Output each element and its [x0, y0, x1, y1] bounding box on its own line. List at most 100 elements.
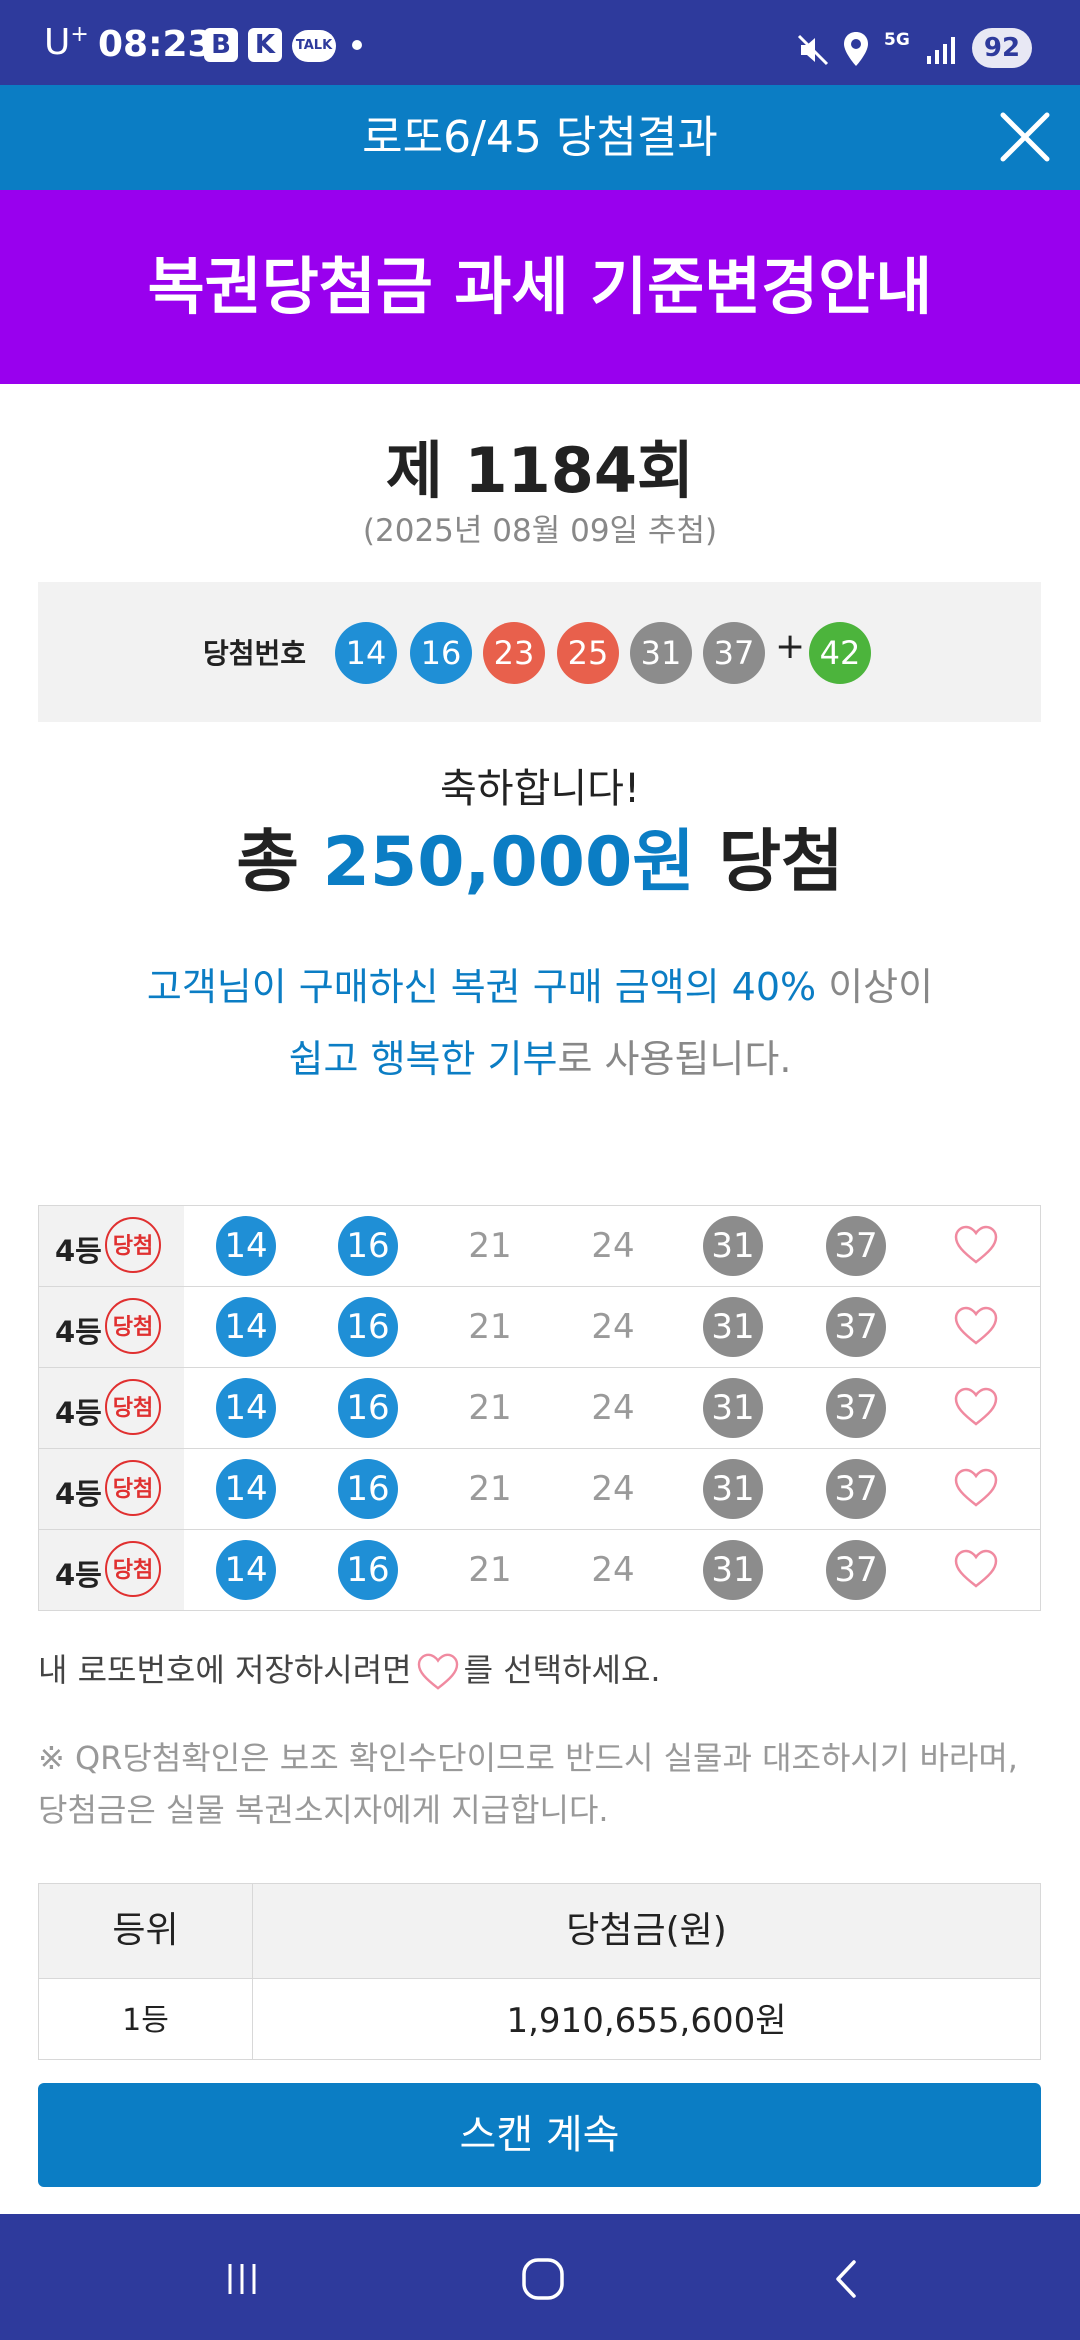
page-title: 로또6/45 당첨결과 [362, 112, 718, 163]
battery-icon: 92 [972, 28, 1032, 68]
total-prize: 총 250,000원 당첨 [0, 806, 1080, 905]
ticket-rank: 4등 [55, 1477, 102, 1511]
continue-scan-button[interactable]: 스캔 계속 [38, 2083, 1041, 2187]
ticket-rank-cell: 4등 당첨 [39, 1287, 184, 1367]
ticket-rank-cell: 4등 당첨 [39, 1530, 184, 1610]
qr-notice-line-2: 당첨금은 실물 복권소지자에게 지급합니다. [38, 1791, 609, 1829]
donation-line-2: 쉽고 행복한 기부로 사용됩니다. [288, 1037, 792, 1081]
signal-icon [927, 37, 955, 64]
close-icon[interactable] [995, 107, 1055, 167]
heart-icon[interactable] [953, 1305, 999, 1347]
draw-date: (2025년 08월 09일 추첨) [362, 513, 718, 549]
bonus-ball: 42 [809, 622, 871, 684]
prize-row-rank: 1등 [39, 1979, 253, 2059]
kakao-app-icon: K [248, 28, 282, 62]
qr-notice-line-1: ※ QR당첨확인은 보조 확인수단이므로 반드시 실물과 대조하시기 바라며, [38, 1739, 1018, 1777]
ticket-rank: 4등 [55, 1234, 102, 1268]
heart-icon[interactable] [953, 1224, 999, 1266]
save-tip: 내 로또번호에 저장하시려면 를 선택하세요. [38, 1645, 661, 1692]
matched-number-ball: 31 [703, 1216, 763, 1276]
band-app-icon: B [204, 28, 238, 62]
navigation-bar [0, 2214, 1080, 2340]
matched-number-ball: 14 [216, 1216, 276, 1276]
win-stamp: 당첨 [105, 1541, 161, 1597]
prize-table: 등위 당첨금(원) 1등 1,910,655,600원 [38, 1883, 1041, 2060]
total-prefix: 총 [236, 823, 299, 902]
win-stamp: 당첨 [105, 1298, 161, 1354]
bonus-plus-sign: + [775, 626, 806, 667]
home-icon[interactable] [513, 2254, 573, 2304]
matched-number-ball: 14 [216, 1540, 276, 1600]
heart-icon [417, 1653, 458, 1690]
ticket-rank-cell: 4등 당첨 [39, 1206, 184, 1286]
prize-header-rank: 등위 [39, 1884, 253, 1979]
status-time: 08:23 [98, 24, 213, 65]
ticket-rank: 4등 [55, 1558, 102, 1592]
unmatched-number: 24 [591, 1550, 635, 1590]
matched-number-ball: 37 [826, 1216, 886, 1276]
unmatched-number: 24 [591, 1307, 635, 1347]
mute-icon [797, 34, 829, 66]
ticket-row: 4등 당첨 14 16 21 24 31 37 [39, 1368, 1040, 1449]
back-icon[interactable] [818, 2254, 878, 2304]
unmatched-number: 21 [468, 1226, 512, 1266]
tax-notice-banner[interactable]: 복권당첨금 과세 기준변경안내 [0, 190, 1080, 384]
unmatched-number: 24 [591, 1388, 635, 1428]
unmatched-number: 24 [591, 1469, 635, 1509]
total-suffix: 당첨 [718, 823, 844, 902]
winning-ball: 16 [410, 622, 472, 684]
matched-number-ball: 16 [338, 1459, 398, 1519]
winning-ball: 25 [557, 622, 619, 684]
ticket-rank: 4등 [55, 1396, 102, 1430]
matched-number-ball: 37 [826, 1378, 886, 1438]
ticket-row: 4등 당첨 14 16 21 24 31 37 [39, 1287, 1040, 1368]
unmatched-number: 24 [591, 1226, 635, 1266]
heart-icon[interactable] [953, 1386, 999, 1428]
ticket-rank: 4등 [55, 1315, 102, 1349]
draw-number: 제 1184회 [385, 434, 695, 507]
winning-numbers-box: 당첨번호 14 16 23 25 31 37 + 42 [38, 582, 1041, 722]
prize-header-amount: 당첨금(원) [253, 1884, 1040, 1979]
ticket-row: 4등 당첨 14 16 21 24 31 37 [39, 1206, 1040, 1287]
network-type-label: 5G [884, 30, 910, 50]
unmatched-number: 21 [468, 1307, 512, 1347]
location-icon [844, 32, 868, 66]
matched-number-ball: 37 [826, 1540, 886, 1600]
matched-number-ball: 37 [826, 1297, 886, 1357]
winning-ball: 37 [703, 622, 765, 684]
recent-apps-icon[interactable] [212, 2254, 272, 2304]
matched-number-ball: 14 [216, 1378, 276, 1438]
unmatched-number: 21 [468, 1469, 512, 1509]
matched-number-ball: 37 [826, 1459, 886, 1519]
total-amount: 250,000원 [322, 823, 695, 902]
winning-ball: 31 [630, 622, 692, 684]
donation-line-1: 고객님이 구매하신 복권 구매 금액의 40% 이상이 [146, 965, 934, 1009]
matched-number-ball: 14 [216, 1297, 276, 1357]
matched-number-ball: 31 [703, 1459, 763, 1519]
unmatched-number: 21 [468, 1550, 512, 1590]
unmatched-number: 21 [468, 1388, 512, 1428]
matched-number-ball: 16 [338, 1216, 398, 1276]
matched-number-ball: 16 [338, 1540, 398, 1600]
matched-number-ball: 31 [703, 1378, 763, 1438]
win-stamp: 당첨 [105, 1460, 161, 1516]
ticket-rank-cell: 4등 당첨 [39, 1368, 184, 1448]
carrier-label: U+ [44, 22, 89, 63]
kakaotalk-icon: TALK [292, 30, 336, 62]
heart-icon[interactable] [953, 1467, 999, 1509]
ticket-rank-cell: 4등 당첨 [39, 1449, 184, 1529]
matched-number-ball: 31 [703, 1540, 763, 1600]
title-bar: 로또6/45 당첨결과 [0, 85, 1080, 190]
ticket-row: 4등 당첨 14 16 21 24 31 37 [39, 1530, 1040, 1610]
prize-row-amount: 1,910,655,600원 [506, 2001, 787, 2041]
ticket-table: 4등 당첨 14 16 21 24 31 37 4등 당첨 14 16 21 24 31 37 4등 당첨 14 16… [38, 1205, 1041, 1611]
matched-number-ball: 16 [338, 1378, 398, 1438]
winning-ball: 14 [335, 622, 397, 684]
heart-icon[interactable] [953, 1548, 999, 1590]
win-stamp: 당첨 [105, 1379, 161, 1435]
matched-number-ball: 31 [703, 1297, 763, 1357]
status-bar: U+ 08:23 B K TALK 5G 92 [0, 0, 1080, 85]
matched-number-ball: 14 [216, 1459, 276, 1519]
win-stamp: 당첨 [105, 1217, 161, 1273]
winning-numbers-label: 당첨번호 [203, 637, 307, 670]
